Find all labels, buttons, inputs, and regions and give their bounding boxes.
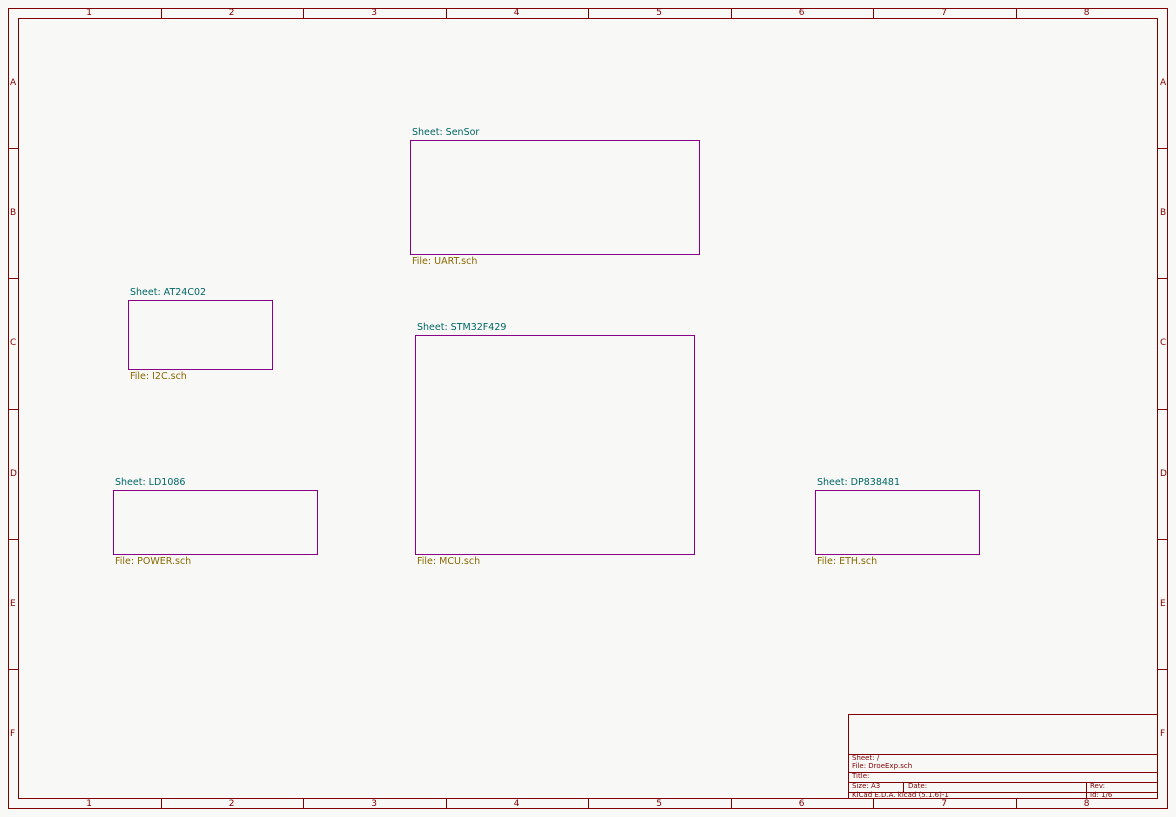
ruler-tick [8, 409, 18, 410]
sheet-name-label: Sheet: AT24C02 [130, 288, 206, 298]
tb-date: Date: [908, 783, 927, 790]
ruler-left-letter: F [10, 730, 15, 739]
ruler-left-letter: A [10, 79, 16, 88]
ruler-tick [446, 8, 447, 18]
ruler-top-number: 5 [656, 9, 662, 18]
ruler-tick [873, 8, 874, 18]
sheet-file-label: File: MCU.sch [417, 557, 480, 567]
ruler-tick [8, 539, 18, 540]
sheet-file-label: File: ETH.sch [817, 557, 877, 567]
ruler-tick [731, 799, 732, 809]
ruler-tick [8, 278, 18, 279]
tb-size: Size: A3 [852, 783, 880, 790]
ruler-tick [446, 799, 447, 809]
ruler-right-letter: D [1160, 470, 1167, 479]
ruler-bottom-number: 3 [371, 800, 377, 809]
title-block-line [848, 782, 1158, 783]
ruler-bottom-number: 1 [86, 800, 92, 809]
hierarchical-sheet[interactable]: Sheet: STM32F429 File: MCU.sch [415, 323, 695, 567]
sheet-file-label: File: UART.sch [412, 257, 477, 267]
ruler-bottom-number: 8 [1084, 800, 1090, 809]
schematic-canvas: 1 1 2 2 3 3 4 4 5 5 6 6 7 7 8 8 A A B B C C D D E E F F Sheet: SenSo… [0, 0, 1176, 817]
hierarchical-sheet[interactable]: Sheet: LD1086 File: POWER.sch [113, 478, 318, 567]
sheet-file-label: File: POWER.sch [115, 557, 191, 567]
tb-rev: Rev: [1090, 783, 1105, 790]
ruler-top-number: 3 [371, 9, 377, 18]
title-block-line [848, 754, 1158, 755]
sheet-rectangle [113, 490, 318, 555]
title-block-line [1086, 782, 1087, 799]
ruler-top-number: 8 [1084, 9, 1090, 18]
ruler-tick [1158, 278, 1168, 279]
sheet-rectangle [410, 140, 700, 255]
ruler-bottom-number: 2 [229, 800, 235, 809]
ruler-left-letter: D [10, 470, 17, 479]
ruler-tick [1158, 409, 1168, 410]
hierarchical-sheet[interactable]: Sheet: DP838481 File: ETH.sch [815, 478, 980, 567]
ruler-tick [873, 799, 874, 809]
sheet-rectangle [128, 300, 273, 370]
sheet-name-label: Sheet: SenSor [412, 128, 479, 138]
ruler-tick [1016, 8, 1017, 18]
sheet-file-label: File: I2C.sch [130, 372, 187, 382]
ruler-tick [588, 8, 589, 18]
ruler-left-letter: B [10, 209, 16, 218]
ruler-bottom-number: 5 [656, 800, 662, 809]
ruler-tick [303, 799, 304, 809]
tb-title: Title: [852, 773, 869, 780]
sheet-rectangle [815, 490, 980, 555]
ruler-bottom-number: 6 [799, 800, 805, 809]
sheet-rectangle [415, 335, 695, 555]
title-block: Sheet: /File: DroeExp.sch Title: Size: A3… [848, 714, 1158, 799]
ruler-tick [1158, 669, 1168, 670]
ruler-top-number: 1 [86, 9, 92, 18]
ruler-left-letter: E [10, 600, 16, 609]
ruler-tick [161, 799, 162, 809]
tb-file: File: DroeExp.sch [852, 763, 912, 770]
tb-generator: KiCad E.D.A. kicad (5.1.6)-1 [852, 792, 949, 799]
tb-sheet: Sheet: / [852, 755, 879, 762]
ruler-right-letter: C [1160, 339, 1166, 348]
ruler-tick [161, 8, 162, 18]
sheet-name-label: Sheet: STM32F429 [417, 323, 506, 333]
ruler-right-letter: F [1160, 730, 1165, 739]
title-block-line [848, 714, 849, 799]
tb-id: Id: 1/6 [1090, 792, 1112, 799]
ruler-top-number: 6 [799, 9, 805, 18]
sheet-name-label: Sheet: LD1086 [115, 478, 185, 488]
ruler-right-letter: B [1160, 209, 1166, 218]
ruler-tick [731, 8, 732, 18]
ruler-tick [1158, 148, 1168, 149]
title-block-line [848, 714, 1158, 715]
ruler-right-letter: A [1160, 79, 1166, 88]
ruler-tick [8, 148, 18, 149]
ruler-top-number: 7 [941, 9, 947, 18]
sheet-name-label: Sheet: DP838481 [817, 478, 900, 488]
ruler-top-number: 2 [229, 9, 235, 18]
hierarchical-sheet[interactable]: Sheet: SenSor File: UART.sch [410, 128, 700, 267]
ruler-tick [1158, 539, 1168, 540]
ruler-left-letter: C [10, 339, 16, 348]
ruler-top-number: 4 [514, 9, 520, 18]
ruler-tick [303, 8, 304, 18]
ruler-tick [8, 669, 18, 670]
ruler-bottom-number: 7 [941, 800, 947, 809]
title-block-line [848, 772, 1158, 773]
ruler-right-letter: E [1160, 600, 1166, 609]
ruler-tick [588, 799, 589, 809]
hierarchical-sheet[interactable]: Sheet: AT24C02 File: I2C.sch [128, 288, 273, 382]
ruler-bottom-number: 4 [514, 800, 520, 809]
ruler-tick [1016, 799, 1017, 809]
